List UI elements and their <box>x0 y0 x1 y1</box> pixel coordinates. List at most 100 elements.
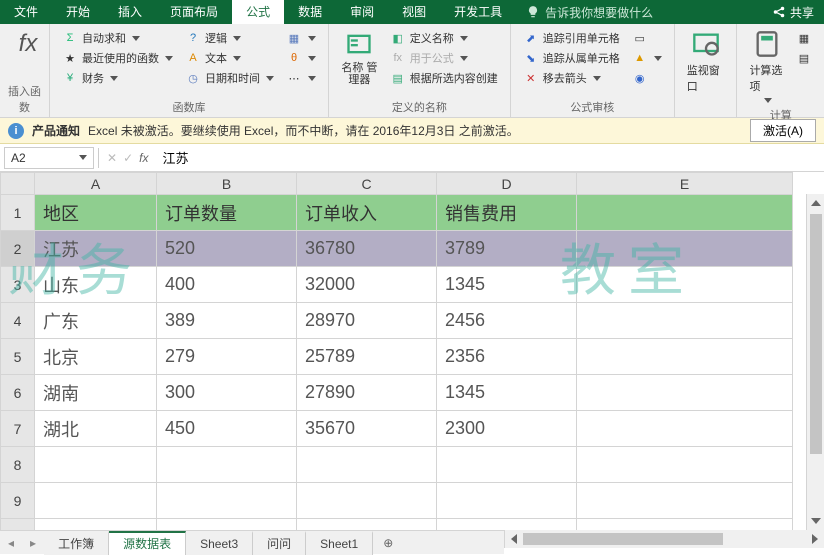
cell-A10[interactable] <box>35 519 157 531</box>
calculate-sheet-button[interactable]: ▤ <box>794 48 814 68</box>
sheet-nav-next[interactable]: ▸ <box>22 536 44 550</box>
cell-D10[interactable] <box>437 519 577 531</box>
menu-tab-3[interactable]: 页面布局 <box>156 0 232 24</box>
menu-tab-6[interactable]: 审阅 <box>336 0 388 24</box>
row-header-1[interactable]: 1 <box>1 195 35 231</box>
cell-C10[interactable] <box>297 519 437 531</box>
hscroll-thumb[interactable] <box>523 533 723 545</box>
cell-B1[interactable]: 订单数量 <box>157 195 297 231</box>
cell-C7[interactable]: 35670 <box>297 411 437 447</box>
formula-input[interactable] <box>156 147 824 169</box>
cell-E9[interactable] <box>577 483 793 519</box>
menu-tab-7[interactable]: 视图 <box>388 0 440 24</box>
autosum-button[interactable]: Σ自动求和 <box>60 28 175 48</box>
sheet-tab-0[interactable]: 工作簿 <box>44 531 109 555</box>
col-header-E[interactable]: E <box>577 173 793 195</box>
cell-B10[interactable] <box>157 519 297 531</box>
trace-dependents-button[interactable]: ⬊追踪从属单元格 <box>521 48 622 68</box>
new-sheet-button[interactable]: ⊕ <box>373 536 403 550</box>
cell-E3[interactable] <box>577 267 793 303</box>
watch-window-button[interactable]: 监视窗口 <box>681 26 731 96</box>
math-button[interactable]: θ <box>284 48 318 68</box>
sheet-tab-4[interactable]: Sheet1 <box>306 531 373 555</box>
cell-D4[interactable]: 2456 <box>437 303 577 339</box>
activate-button[interactable]: 激活(A) <box>750 119 816 142</box>
cell-A5[interactable]: 北京 <box>35 339 157 375</box>
cell-E2[interactable] <box>577 231 793 267</box>
sheet-tab-1[interactable]: 源数据表 <box>109 531 186 555</box>
insert-function-button[interactable]: fx <box>6 26 50 62</box>
cell-A8[interactable] <box>35 447 157 483</box>
row-header-8[interactable]: 8 <box>1 447 35 483</box>
define-name-button[interactable]: ◧定义名称 <box>388 28 500 48</box>
name-manager-button[interactable]: 名称 管理器 <box>335 26 384 88</box>
cell-B9[interactable] <box>157 483 297 519</box>
text-button[interactable]: A文本 <box>183 48 276 68</box>
row-header-4[interactable]: 4 <box>1 303 35 339</box>
menu-tab-5[interactable]: 数据 <box>284 0 336 24</box>
cell-C9[interactable] <box>297 483 437 519</box>
cell-B2[interactable]: 520 <box>157 231 297 267</box>
menu-tab-2[interactable]: 插入 <box>104 0 156 24</box>
row-header-7[interactable]: 7 <box>1 411 35 447</box>
vscroll-thumb[interactable] <box>810 214 822 454</box>
cell-A7[interactable]: 湖北 <box>35 411 157 447</box>
cell-D5[interactable]: 2356 <box>437 339 577 375</box>
cell-D8[interactable] <box>437 447 577 483</box>
cell-C2[interactable]: 36780 <box>297 231 437 267</box>
horizontal-scrollbar[interactable] <box>504 530 824 548</box>
row-header-6[interactable]: 6 <box>1 375 35 411</box>
cell-D3[interactable]: 1345 <box>437 267 577 303</box>
spreadsheet-grid[interactable]: 财务 教室 ABCDE1地区订单数量订单收入销售费用2江苏52036780378… <box>0 172 824 530</box>
cell-E1[interactable] <box>577 195 793 231</box>
row-header-5[interactable]: 5 <box>1 339 35 375</box>
cell-C1[interactable]: 订单收入 <box>297 195 437 231</box>
col-header-B[interactable]: B <box>157 173 297 195</box>
cancel-icon[interactable]: ✕ <box>107 151 117 165</box>
cell-A9[interactable] <box>35 483 157 519</box>
calculation-options-button[interactable]: 计算选项 <box>743 26 790 105</box>
remove-arrows-button[interactable]: ✕移去箭头 <box>521 68 622 88</box>
menu-tab-0[interactable]: 文件 <box>0 0 52 24</box>
cell-D9[interactable] <box>437 483 577 519</box>
tell-me[interactable]: 告诉我你想要做什么 <box>516 4 663 21</box>
cell-C6[interactable]: 27890 <box>297 375 437 411</box>
recent-functions-button[interactable]: ★最近使用的函数 <box>60 48 175 68</box>
cell-A3[interactable]: 山东 <box>35 267 157 303</box>
logical-button[interactable]: ?逻辑 <box>183 28 276 48</box>
datetime-button[interactable]: ◷日期和时间 <box>183 68 276 88</box>
row-header-3[interactable]: 3 <box>1 267 35 303</box>
use-in-formula-button[interactable]: fx用于公式 <box>388 48 500 68</box>
cell-B5[interactable]: 279 <box>157 339 297 375</box>
enter-icon[interactable]: ✓ <box>123 151 133 165</box>
cell-C8[interactable] <box>297 447 437 483</box>
more-functions-button[interactable]: ⋯ <box>284 68 318 88</box>
cell-D7[interactable]: 2300 <box>437 411 577 447</box>
cell-B4[interactable]: 389 <box>157 303 297 339</box>
cell-D2[interactable]: 3789 <box>437 231 577 267</box>
cell-C3[interactable]: 32000 <box>297 267 437 303</box>
financial-button[interactable]: ¥财务 <box>60 68 175 88</box>
col-header-D[interactable]: D <box>437 173 577 195</box>
cell-B8[interactable] <box>157 447 297 483</box>
show-formulas-button[interactable]: ▭ <box>630 28 664 48</box>
vertical-scrollbar[interactable] <box>806 194 824 530</box>
cell-B3[interactable]: 400 <box>157 267 297 303</box>
row-header-9[interactable]: 9 <box>1 483 35 519</box>
cell-E10[interactable] <box>577 519 793 531</box>
cell-D1[interactable]: 销售费用 <box>437 195 577 231</box>
cell-A1[interactable]: 地区 <box>35 195 157 231</box>
share-button[interactable]: 共享 <box>762 0 824 24</box>
cell-E7[interactable] <box>577 411 793 447</box>
error-checking-button[interactable]: ▲ <box>630 48 664 68</box>
trace-precedents-button[interactable]: ⬈追踪引用单元格 <box>521 28 622 48</box>
cell-C5[interactable]: 25789 <box>297 339 437 375</box>
row-header-10[interactable]: 10 <box>1 519 35 531</box>
col-header-C[interactable]: C <box>297 173 437 195</box>
lookup-button[interactable]: ▦ <box>284 28 318 48</box>
evaluate-formula-button[interactable]: ◉ <box>630 68 664 88</box>
cell-A6[interactable]: 湖南 <box>35 375 157 411</box>
calculate-now-button[interactable]: ▦ <box>794 28 814 48</box>
cell-C4[interactable]: 28970 <box>297 303 437 339</box>
cell-D6[interactable]: 1345 <box>437 375 577 411</box>
